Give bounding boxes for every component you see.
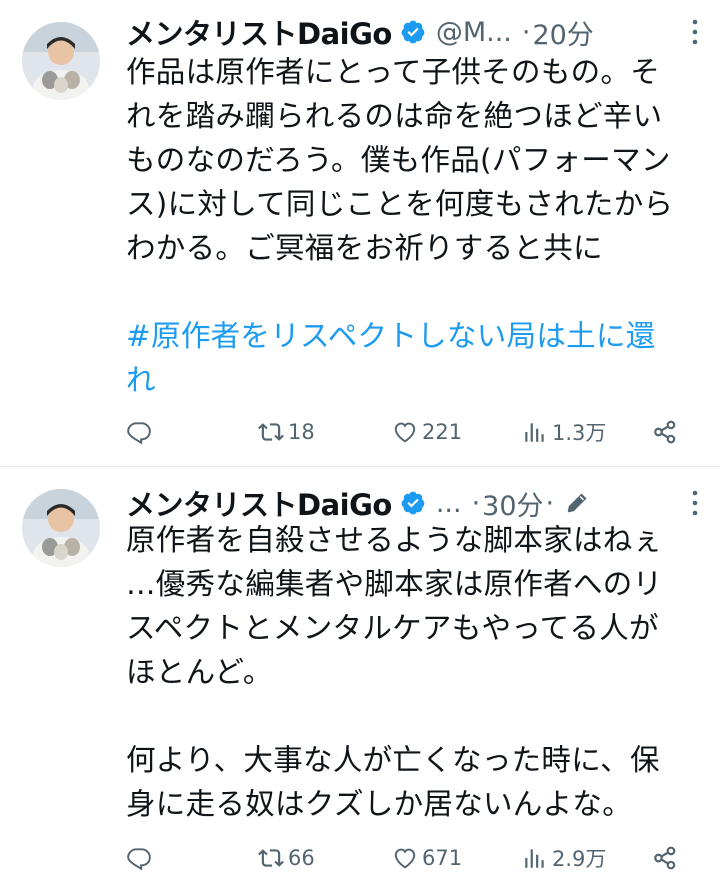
action-bar: 18 221 1.3万 bbox=[126, 414, 686, 450]
retweet-count: 66 bbox=[288, 846, 315, 870]
tweet-text-line: 原作者を自殺させるような脚本家はねぇ bbox=[126, 523, 663, 557]
heart-icon bbox=[394, 422, 416, 443]
more-icon[interactable] bbox=[690, 18, 700, 46]
views-icon bbox=[525, 849, 544, 868]
share-icon bbox=[654, 846, 676, 870]
paragraph-break bbox=[126, 270, 701, 314]
heart-icon bbox=[394, 848, 416, 869]
retweet-count: 18 bbox=[288, 420, 315, 444]
tweet[interactable]: メンタリストDaiGo @M... · 20分 作品は原作者にとって子供そのもの… bbox=[0, 0, 720, 466]
reply-icon bbox=[127, 422, 151, 445]
retweet-button[interactable]: 66 bbox=[258, 840, 315, 876]
timestamp[interactable]: 20分 bbox=[532, 13, 593, 52]
views-count: 2.9万 bbox=[552, 847, 607, 871]
share-icon bbox=[654, 420, 676, 444]
timestamp[interactable]: 30分 bbox=[482, 484, 543, 523]
share-button[interactable] bbox=[652, 840, 678, 876]
views-icon bbox=[525, 423, 544, 442]
reply-icon bbox=[127, 848, 151, 871]
more-icon[interactable] bbox=[690, 489, 700, 517]
hashtag-link[interactable]: れ bbox=[126, 358, 701, 402]
tweet[interactable]: メンタリストDaiGo ... · 30分 · 原作者を自殺させるような脚本家は… bbox=[0, 467, 720, 889]
separator-dot: · bbox=[545, 487, 555, 519]
tweet-text-line: 何より、大事な人が亡くなった時に、保 bbox=[126, 743, 660, 777]
reply-button[interactable] bbox=[126, 414, 152, 450]
action-bar: 66 671 2.9万 bbox=[126, 840, 686, 876]
avatar-image bbox=[22, 489, 100, 567]
avatar-image bbox=[22, 22, 100, 100]
hashtag-link[interactable]: #原作者をリスペクトしない局は土に還 bbox=[126, 314, 701, 358]
tweet-text: 作品は原作者にとって子供そのもの。そ れを踏み躙られるのは命を絶つほど辛い もの… bbox=[126, 50, 701, 402]
tweet-text-line: ものなのだろう。僕も作品(パフォーマン bbox=[126, 143, 671, 177]
verified-badge-icon bbox=[401, 491, 425, 515]
views-count: 1.3万 bbox=[552, 421, 607, 445]
views-button[interactable]: 2.9万 bbox=[522, 840, 606, 876]
tweet-text-line: ほとんど。 bbox=[126, 655, 273, 689]
like-button[interactable]: 221 bbox=[392, 414, 462, 450]
share-button[interactable] bbox=[652, 414, 678, 450]
edit-pencil-icon bbox=[567, 493, 587, 513]
display-name[interactable]: メンタリストDaiGo bbox=[126, 11, 392, 53]
views-button[interactable]: 1.3万 bbox=[522, 414, 606, 450]
separator-dot: · bbox=[471, 487, 481, 519]
tweet-text-line: れを踏み躙られるのは命を絶つほど辛い bbox=[126, 99, 663, 133]
avatar[interactable] bbox=[22, 22, 100, 100]
verified-badge-icon bbox=[401, 20, 425, 44]
reply-button[interactable] bbox=[126, 840, 152, 876]
handle[interactable]: ... bbox=[436, 488, 462, 519]
handle[interactable]: @M... bbox=[436, 17, 512, 48]
tweet-text-line: ス)に対して同じことを何度もされたから bbox=[126, 187, 674, 221]
retweet-icon bbox=[258, 849, 284, 867]
avatar[interactable] bbox=[22, 489, 100, 567]
tweet-text: 原作者を自殺させるような脚本家はねぇ …優秀な編集者や脚本家は原作者へのリ スペ… bbox=[126, 518, 701, 826]
tweet-text-line: わかる。ご冥福をお祈りすると共に bbox=[126, 231, 603, 265]
paragraph-break bbox=[126, 694, 701, 738]
tweet-text-line: …優秀な編集者や脚本家は原作者へのリ bbox=[126, 567, 663, 601]
retweet-icon bbox=[258, 423, 284, 441]
tweet-text-line: 身に走る奴はクズしか居ないんよな。 bbox=[126, 787, 633, 821]
like-button[interactable]: 671 bbox=[392, 840, 462, 876]
like-count: 221 bbox=[422, 420, 463, 444]
tweet-text-line: 作品は原作者にとって子供そのもの。そ bbox=[126, 55, 661, 89]
retweet-button[interactable]: 18 bbox=[258, 414, 315, 450]
like-count: 671 bbox=[422, 846, 463, 870]
separator-dot: · bbox=[521, 16, 531, 48]
tweet-text-line: スペクトとメンタルケアもやってる人が bbox=[126, 611, 659, 645]
